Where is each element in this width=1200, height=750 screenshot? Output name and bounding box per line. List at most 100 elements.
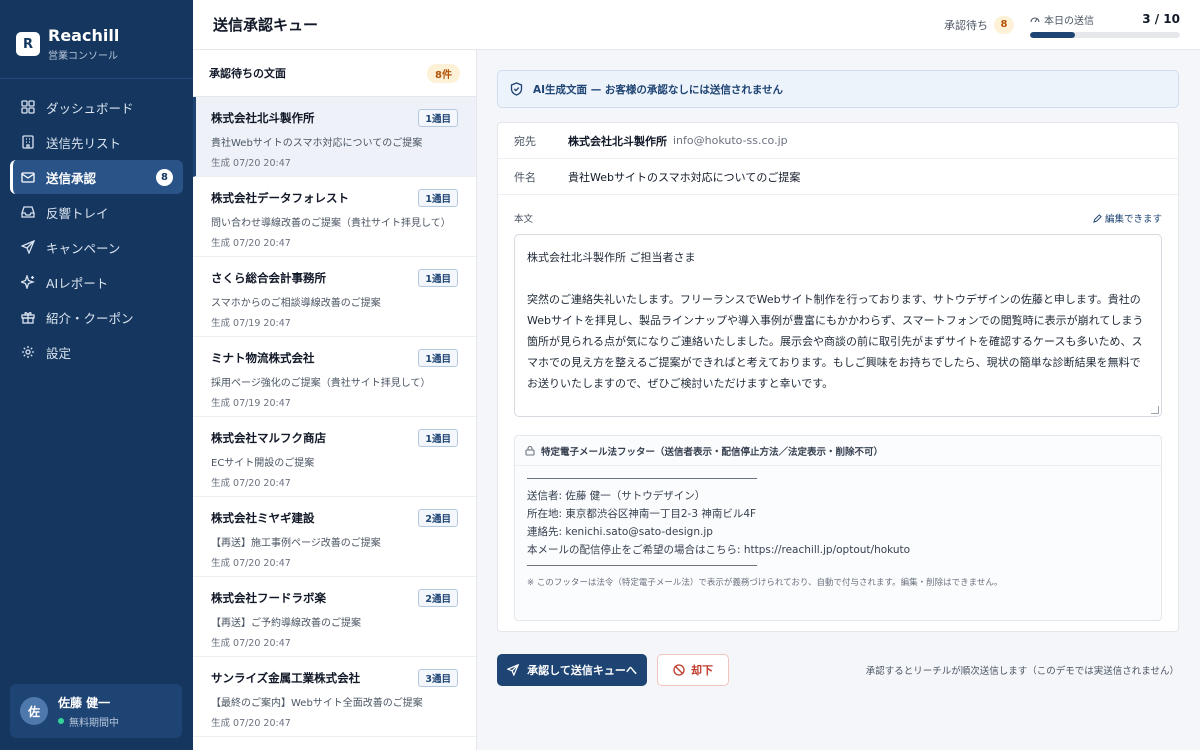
- queue-item-subject: 採用ページ強化のご提案（貴社サイト拝見して）: [211, 378, 431, 389]
- body-greeting: 株式会社北斗製作所 ご担当者さま: [527, 251, 696, 264]
- approval-queue: 承認待ちの文面 8件 株式会社北斗製作所 1通目 貴社Webサイトのスマホ対応につい…: [193, 50, 477, 750]
- sparkle-icon: [20, 274, 36, 290]
- footer-line: 送信者: 佐藤 健一（サトウデザイン）: [527, 490, 706, 502]
- pending-count-badge: 8: [994, 15, 1014, 34]
- queue-item-company: 株式会社北斗製作所: [211, 111, 315, 125]
- queue-item-subject: 【再送】ご予約導線改善のご提案: [211, 618, 361, 629]
- resize-handle-icon[interactable]: [1151, 406, 1159, 414]
- queue-item-date: 生成 07/20 20:47: [211, 478, 291, 489]
- sidebar-item-referral[interactable]: 紹介・クーポン: [10, 300, 183, 334]
- sidebar-item-settings[interactable]: 設定: [10, 335, 183, 369]
- shield-icon: [510, 82, 523, 96]
- sidebar-item-label: 送信承認: [46, 170, 97, 186]
- page-title: 送信承認キュー: [213, 16, 319, 34]
- sidebar-item-label: 送信先リスト: [46, 135, 122, 151]
- status-dot-icon: [58, 718, 64, 724]
- dashboard-icon: [20, 99, 36, 115]
- queue-item-sequence-badge: 2通目: [418, 589, 458, 607]
- recipient-email: info@hokuto-ss.co.jp: [673, 134, 788, 147]
- reject-button[interactable]: 却下: [657, 654, 729, 686]
- sidebar-nav: ダッシュボード 送信先リスト 送信承認 8 反響トレイ キャンペーン AIレポー…: [0, 78, 193, 369]
- gift-icon: [20, 309, 36, 325]
- prohibit-icon: [673, 664, 685, 676]
- editable-hint: 編集できます: [1093, 211, 1162, 225]
- queue-title: 承認待ちの文面: [209, 67, 286, 80]
- sidebar-item-approval[interactable]: 送信承認 8: [10, 160, 183, 194]
- queue-item-date: 生成 07/20 20:47: [211, 238, 291, 249]
- queue-item-company: 株式会社データフォレスト: [211, 191, 349, 205]
- recipient-row: 宛先 株式会社北斗製作所 info@hokuto-ss.co.jp: [498, 123, 1178, 159]
- message-card: 宛先 株式会社北斗製作所 info@hokuto-ss.co.jp 件名 貴社W…: [497, 122, 1179, 632]
- reject-label: 却下: [691, 664, 713, 677]
- daily-send-meter: 本日の送信 3 / 10: [1030, 12, 1180, 38]
- queue-item-subject: 貴社Webサイトのスマホ対応についてのご提案: [211, 138, 423, 149]
- queue-list: 株式会社北斗製作所 1通目 貴社Webサイトのスマホ対応についてのご提案 生成 07/…: [193, 97, 476, 737]
- queue-item-subject: ECサイト開設のご提案: [211, 458, 315, 469]
- queue-item-date: 生成 07/19 20:47: [211, 318, 291, 329]
- sent-label-wrap: 本日の送信: [1030, 12, 1094, 27]
- editable-label: 編集できます: [1104, 214, 1162, 225]
- queue-item-company: 株式会社フードラボ楽: [211, 591, 326, 605]
- user-name: 佐藤 健一: [58, 695, 111, 710]
- footer-line: 所在地: 東京都渋谷区神南一丁目2-3 神南ビル4F: [527, 508, 757, 520]
- mail-icon: [20, 169, 36, 185]
- queue-item[interactable]: 株式会社マルフク商店 1通目 ECサイト開設のご提案 生成 07/20 20:47: [193, 417, 476, 497]
- queue-item-sequence-badge: 1通目: [418, 269, 458, 287]
- sidebar-item-ai-report[interactable]: AIレポート: [10, 265, 183, 299]
- subject-value: 貴社Webサイトのスマホ対応についてのご提案: [568, 170, 801, 184]
- brand-name: Reachill: [48, 25, 120, 45]
- footer-line: 本メールの配信停止をご希望の場合はこちら: https://reachill.j…: [527, 544, 911, 556]
- sidebar-item-campaign[interactable]: キャンペーン: [10, 230, 183, 264]
- queue-header: 承認待ちの文面 8件: [193, 50, 476, 97]
- sidebar-item-dashboard[interactable]: ダッシュボード: [10, 90, 183, 124]
- approve-button[interactable]: 承認して送信キューへ: [497, 654, 647, 686]
- body-text: 突然のご連絡失礼いたします。フリーランスでWebサイト制作を行っております、サト…: [527, 293, 1144, 390]
- pending-label: 承認待ち: [944, 18, 988, 32]
- sidebar-item-inbox[interactable]: 反響トレイ: [10, 195, 183, 229]
- queue-item-date: 生成 07/19 20:47: [211, 398, 291, 409]
- queue-item[interactable]: 株式会社フードラボ楽 2通目【再送】ご予約導線改善のご提案 生成 07/20 20:…: [193, 577, 476, 657]
- gear-icon: [20, 344, 36, 360]
- queue-item-subject: スマホからのご相談導線改善のご提案: [211, 298, 381, 309]
- ai-notice-banner: AI生成文面 — お客様の承認なしには送信されません: [497, 70, 1179, 108]
- inbox-icon: [20, 204, 36, 220]
- user-profile[interactable]: 佐 佐藤 健一 無料期間中: [10, 684, 182, 738]
- queue-item-subject: 問い合わせ導線改善のご提案（貴社サイト拝見して）: [211, 218, 451, 229]
- legal-footer-header: 特定電子メール法フッター（送信者表示・配信停止方法／法定表示・削除不可）: [515, 436, 1161, 466]
- legal-footer-title: 特定電子メール法フッター（送信者表示・配信停止方法／法定表示・削除不可）: [541, 446, 884, 458]
- user-status: 無料期間中: [58, 714, 119, 729]
- queue-item[interactable]: サンライズ金属工業株式会社 3通目 【最終のご案内】Webサイト全面改善のご提案 生成…: [193, 657, 476, 737]
- ai-notice-text: AI生成文面 — お客様の承認なしには送信されません: [533, 83, 784, 96]
- queue-item[interactable]: 株式会社データフォレスト 1通目問い合わせ導線改善のご提案（貴社サイト拝見して） 生…: [193, 177, 476, 257]
- queue-item-company: さくら総合会計事務所: [211, 271, 326, 285]
- body-label: 本文: [514, 214, 534, 225]
- pending-indicator: 承認待ち 8: [944, 15, 1014, 34]
- sidebar-item-recipients[interactable]: 送信先リスト: [10, 125, 183, 159]
- send-icon: [20, 239, 36, 255]
- lock-icon: [525, 445, 535, 456]
- queue-count-badge: 8件: [427, 63, 460, 83]
- gauge-icon: [1030, 17, 1040, 23]
- footer-separator: [527, 565, 757, 566]
- queue-item-date: 生成 07/20 20:47: [211, 638, 291, 649]
- sent-count: 3 / 10: [1142, 12, 1180, 26]
- send-icon: [507, 664, 520, 676]
- pencil-icon: [1093, 213, 1102, 223]
- queue-item-sequence-badge: 1通目: [418, 189, 458, 207]
- send-progress-fill: [1030, 31, 1075, 38]
- recipient-label: 宛先: [514, 134, 536, 148]
- subject-row: 件名 貴社Webサイトのスマホ対応についてのご提案: [498, 159, 1178, 195]
- sidebar: R Reachill 営業コンソール ダッシュボード 送信先リスト 送信承認 8…: [0, 0, 193, 750]
- queue-item-date: 生成 07/20 20:47: [211, 158, 291, 169]
- queue-item[interactable]: さくら総合会計事務所 1通目スマホからのご相談導線改善のご提案 生成 07/19 2…: [193, 257, 476, 337]
- queue-item[interactable]: ミナト物流株式会社 1通目 採用ページ強化のご提案（貴社サイト拝見して） 生成 07/…: [193, 337, 476, 417]
- queue-item-sequence-badge: 1通目: [418, 429, 458, 447]
- queue-item[interactable]: 株式会社ミヤギ建設 2通目 【再送】施工事例ページ改善のご提案 生成 07/20 20…: [193, 497, 476, 577]
- body-textarea[interactable]: 株式会社北斗製作所 ご担当者さま 突然のご連絡失礼いたします。フリーランスでWe…: [514, 234, 1162, 417]
- sidebar-item-label: キャンペーン: [46, 240, 121, 256]
- subject-label: 件名: [514, 170, 536, 184]
- send-progress-bar: [1030, 31, 1180, 38]
- queue-item[interactable]: 株式会社北斗製作所 1通目 貴社Webサイトのスマホ対応についてのご提案 生成 07/…: [193, 97, 476, 177]
- footer-separator: [527, 478, 757, 479]
- action-note: 承認するとリーチルが順次送信します（このデモでは実送信されません）: [865, 666, 1179, 677]
